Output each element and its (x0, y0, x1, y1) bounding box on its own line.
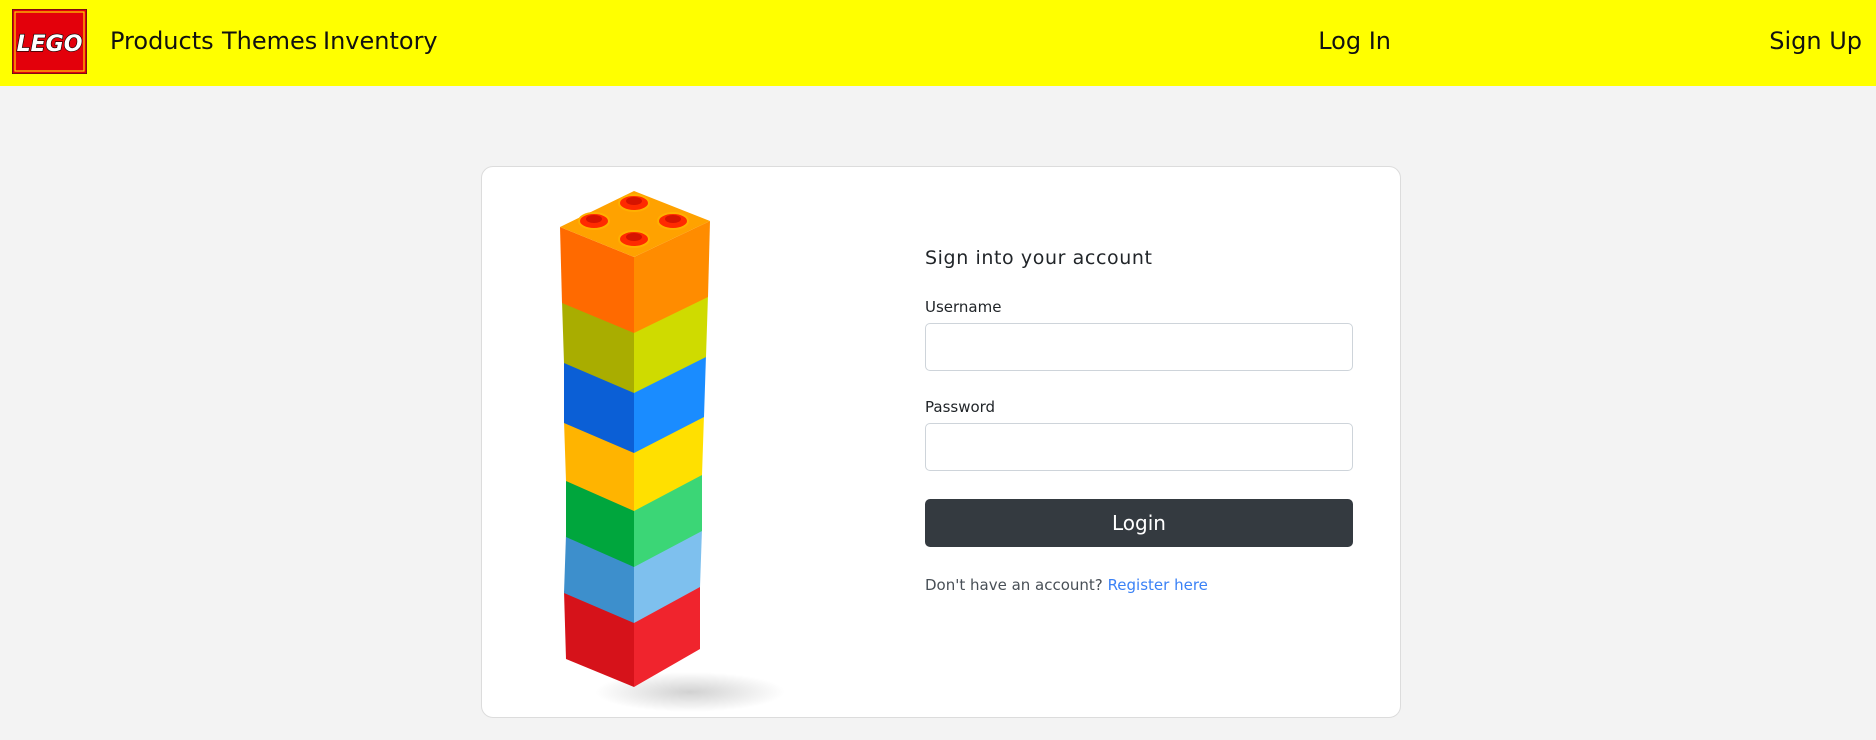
form-title: Sign into your account (925, 247, 1153, 269)
nav-link-signup[interactable]: Sign Up (1769, 0, 1862, 86)
nav-link-login[interactable]: Log In (1318, 0, 1391, 86)
username-input[interactable] (925, 323, 1353, 371)
lego-logo[interactable]: LEGO (12, 9, 87, 74)
username-label: Username (925, 298, 1002, 316)
login-form: Sign into your account Username Password… (925, 243, 1353, 595)
register-link[interactable]: Register here (1108, 576, 1208, 594)
nav-link-inventory[interactable]: Inventory (323, 0, 438, 86)
lego-logo-icon: LEGO (12, 9, 87, 74)
nav-link-themes[interactable]: Themes (222, 0, 317, 86)
brick-tower-illustration (560, 191, 785, 712)
password-label: Password (925, 398, 996, 416)
nav-link-products[interactable]: Products (110, 0, 214, 86)
svg-text:LEGO: LEGO (17, 32, 83, 57)
login-card: Sign into your account Username Password… (481, 166, 1401, 718)
login-button[interactable]: Login (925, 499, 1353, 547)
password-input[interactable] (925, 423, 1353, 471)
register-prompt: Don't have an account? Register here (925, 575, 1353, 595)
top-navbar: LEGO Products Themes Inventory Log In Si… (0, 0, 1876, 86)
no-account-text: Don't have an account? (925, 576, 1103, 594)
stacked-bricks-image (550, 177, 790, 717)
